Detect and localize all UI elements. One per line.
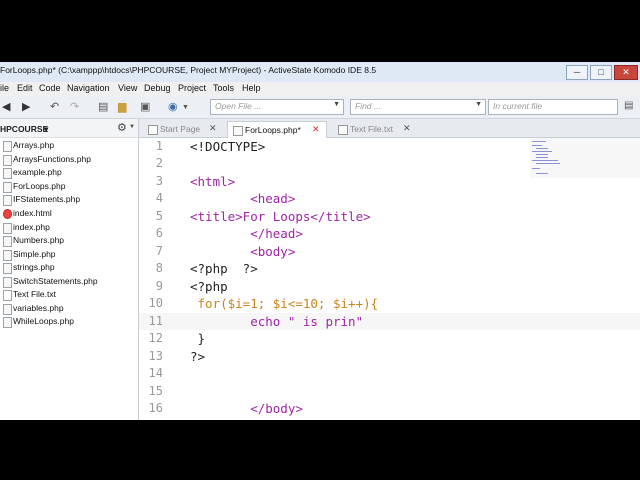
editor-tabs: Start Page ✕ ForLoops.php* ✕ Text File.t… [139, 119, 640, 138]
code-line: 15 [148, 384, 163, 398]
minimize-button[interactable]: ─ [566, 65, 588, 80]
chevron-down-icon[interactable]: ▼ [475, 101, 482, 108]
window-controls: ─ □ ✕ [566, 65, 638, 80]
undo-icon[interactable]: ↶ [50, 100, 59, 113]
code-line: 7 <body> [155, 244, 296, 259]
menu-tools[interactable]: Tools [213, 83, 234, 93]
text-file-icon [3, 290, 12, 301]
menu-project[interactable]: Project [178, 83, 206, 93]
tab-text-file[interactable]: Text File.txt ✕ [333, 121, 423, 137]
close-button[interactable]: ✕ [614, 65, 638, 80]
toolbar: ◀ ▶ ↶ ↷ ▤ ▆ ▣ ◉ ▼ Open File ... ▼ Find .… [0, 96, 640, 119]
code-line: 4 <head> [155, 191, 296, 206]
redo-icon[interactable]: ↷ [70, 100, 79, 113]
text-file-icon [338, 125, 348, 135]
code-editor[interactable]: 1 <!DOCTYPE> 2 3 <html> 4 <head> 5 <title>F… [139, 138, 640, 420]
menu-code[interactable]: Code [39, 83, 61, 93]
browser-dropdown-icon[interactable]: ▼ [182, 104, 189, 111]
menu-bar: ile Edit Code Navigation View Debug Proj… [0, 82, 640, 96]
gear-icon[interactable]: ⚙ [117, 121, 127, 134]
menu-help[interactable]: Help [242, 83, 261, 93]
open-file-combobox[interactable]: Open File ... ▼ [210, 99, 344, 115]
menu-debug[interactable]: Debug [144, 83, 171, 93]
php-file-icon [3, 141, 12, 152]
project-name: HPCOURSE [0, 124, 49, 134]
php-file-icon [3, 263, 12, 274]
code-line: 14 [148, 366, 163, 380]
menu-navigation[interactable]: Navigation [67, 83, 110, 93]
php-file-icon [3, 223, 12, 234]
php-file-icon [3, 182, 12, 193]
chevron-down-icon[interactable]: ▼ [333, 101, 340, 108]
browser-preview-icon[interactable]: ◉ [168, 100, 178, 113]
project-collapse-icon[interactable]: ▾ [44, 124, 48, 135]
save-icon[interactable]: ▣ [140, 100, 150, 113]
open-folder-icon[interactable]: ▆ [118, 100, 126, 113]
php-file-icon [233, 126, 243, 136]
maximize-button[interactable]: □ [590, 65, 612, 80]
close-icon[interactable]: ✕ [403, 123, 411, 134]
php-file-icon [3, 168, 12, 179]
forward-icon[interactable]: ▶ [22, 100, 30, 113]
komodo-window: ForLoops.php* (C:\xamppp\htdocs\PHPCOURS… [0, 62, 640, 420]
php-file-icon [3, 277, 12, 288]
back-icon[interactable]: ◀ [2, 100, 10, 113]
php-file-icon [3, 304, 12, 315]
find-placeholder: Find ... [355, 101, 381, 111]
code-line: 10 for($i=1; $i<=10; $i++){ [148, 296, 379, 311]
chevron-down-icon[interactable]: ▼ [129, 124, 135, 130]
code-line: 12 } [148, 331, 206, 346]
code-line: 5 <title>For Loops</title> [155, 209, 371, 224]
project-sidebar: HPCOURSE ▾ ⚙ ▼ Arrays.php ArraysFunction… [0, 119, 139, 420]
title-bar: ForLoops.php* (C:\xamppp\htdocs\PHPCOURS… [0, 62, 640, 83]
code-line: 3 <html> [155, 174, 236, 189]
close-icon[interactable]: ✕ [312, 124, 320, 135]
toolbar-overflow-icon[interactable]: ▤ [624, 100, 633, 111]
start-page-icon [148, 125, 158, 135]
search-scope-placeholder: In current file [493, 101, 543, 111]
code-line: 2 [155, 156, 163, 170]
code-line: 8 <?php ?> [155, 261, 258, 276]
php-file-icon [3, 317, 12, 328]
code-line: 13 ?> [148, 349, 206, 364]
php-file-icon [3, 236, 12, 247]
window-title: ForLoops.php* (C:\xamppp\htdocs\PHPCOURS… [0, 65, 377, 75]
code-line-current: 11 echo " is prin" [139, 313, 640, 330]
project-header[interactable]: HPCOURSE ▾ ⚙ ▼ [0, 119, 138, 138]
search-scope-combobox[interactable]: In current file [488, 99, 618, 115]
php-file-icon [3, 195, 12, 206]
code-line: 6 </head> [155, 226, 303, 241]
code-area[interactable]: 1 <!DOCTYPE> 2 3 <html> 4 <head> 5 <title>F… [139, 138, 640, 420]
open-file-placeholder: Open File ... [215, 101, 262, 111]
code-line: 16 </body> [148, 401, 303, 416]
menu-view[interactable]: View [118, 83, 137, 93]
menu-edit[interactable]: Edit [17, 83, 33, 93]
close-icon[interactable]: ✕ [209, 123, 217, 134]
tab-start-page[interactable]: Start Page ✕ [143, 121, 221, 137]
html-file-icon [3, 209, 12, 219]
code-line: 1 <!DOCTYPE> [155, 139, 266, 154]
menu-file[interactable]: ile [0, 83, 9, 93]
php-file-icon [3, 155, 12, 166]
new-file-icon[interactable]: ▤ [98, 100, 108, 113]
code-line: 9 <?php [155, 279, 228, 294]
php-file-icon [3, 250, 12, 261]
tab-forloops[interactable]: ForLoops.php* ✕ [227, 121, 327, 138]
find-combobox[interactable]: Find ... ▼ [350, 99, 486, 115]
